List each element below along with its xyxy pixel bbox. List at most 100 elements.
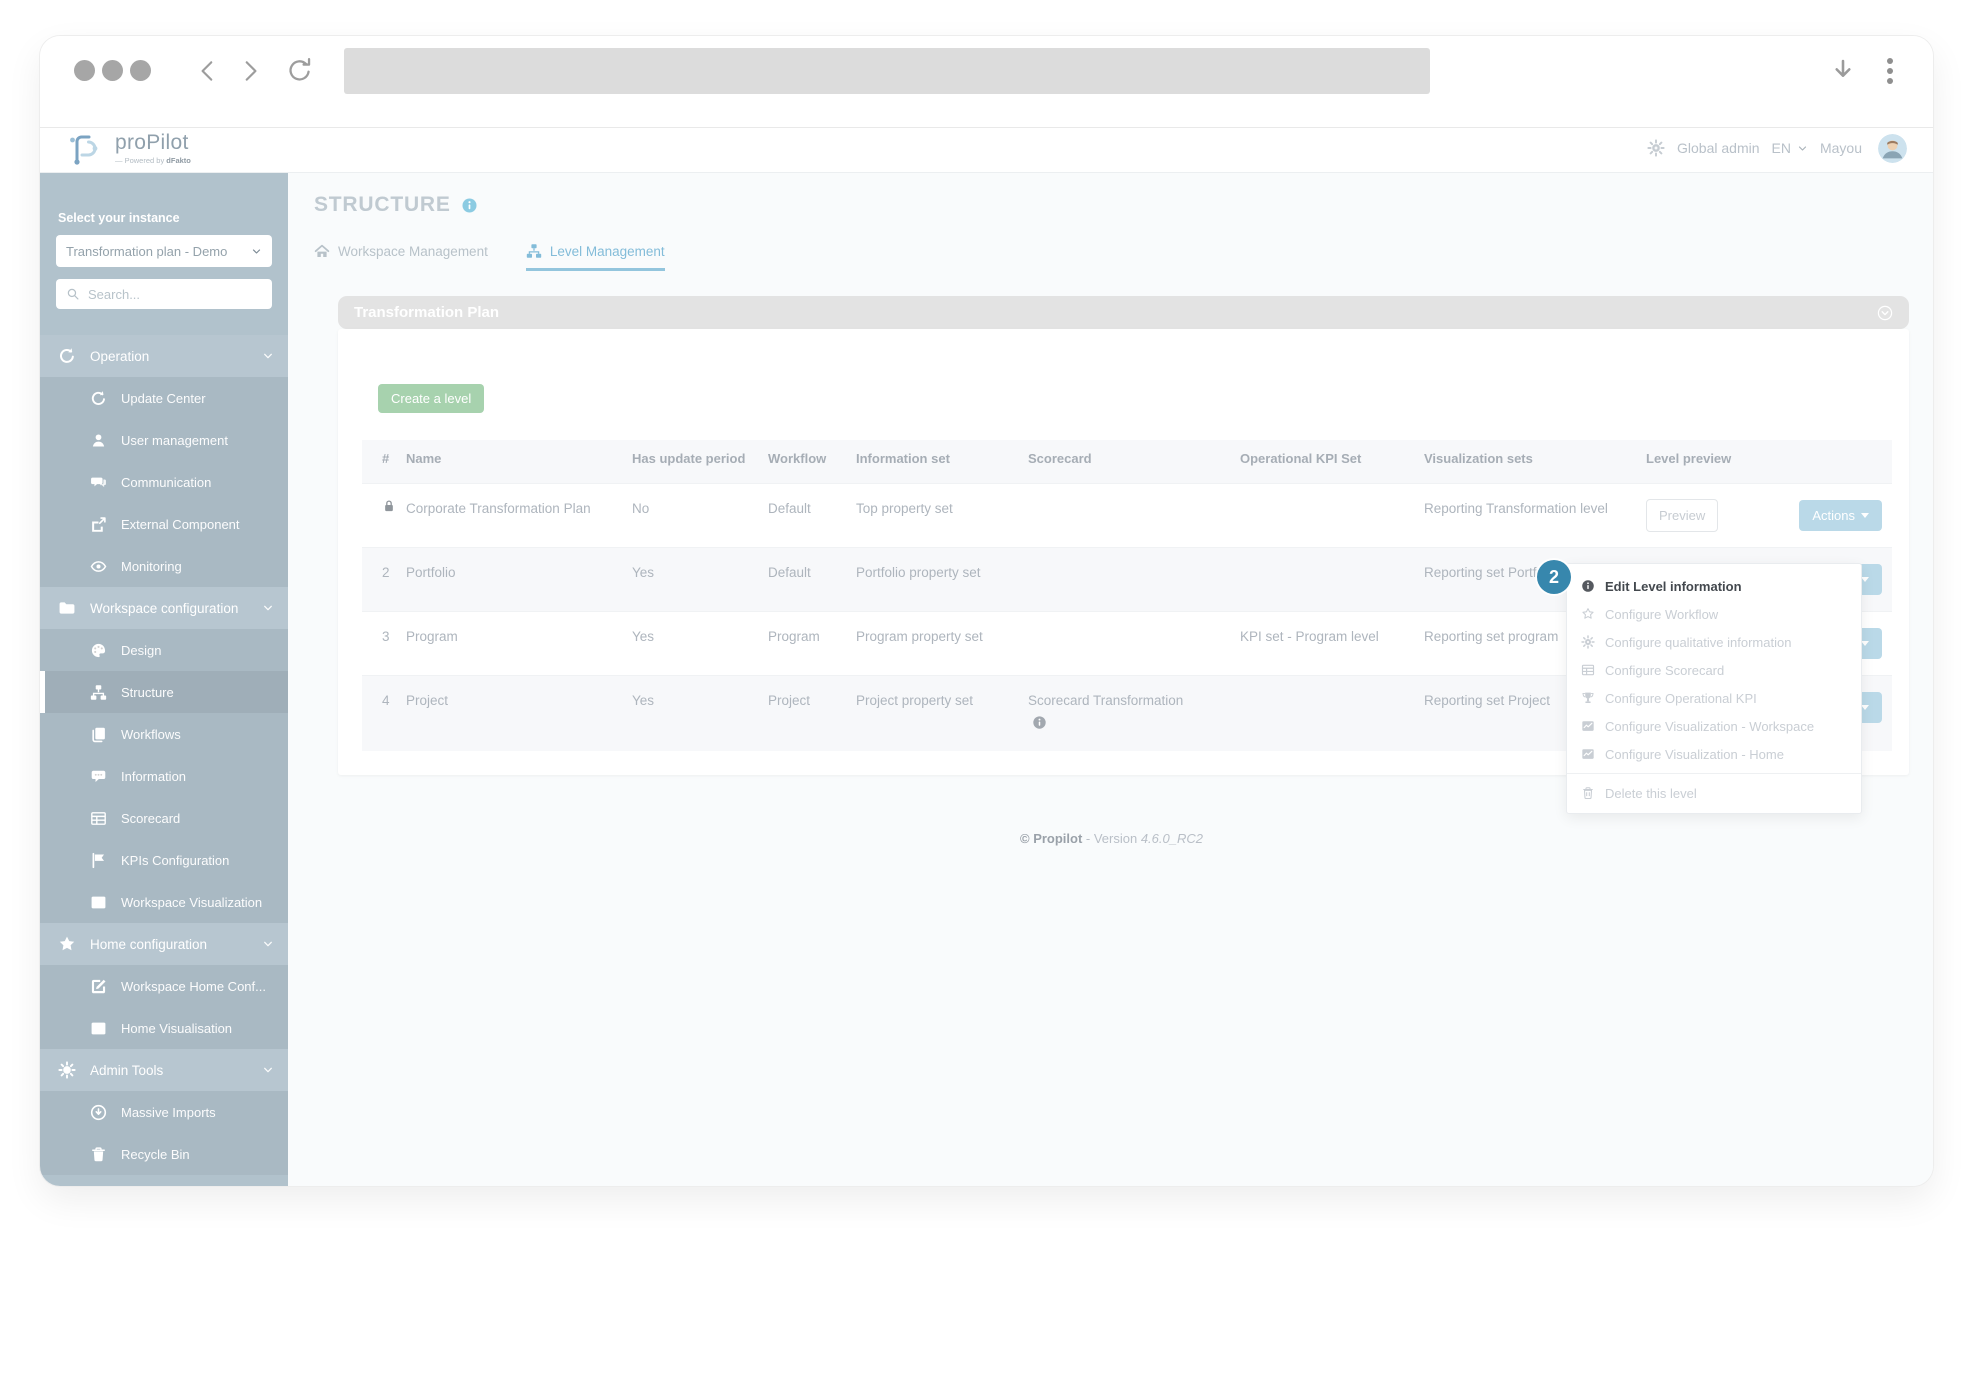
tab-bar: Workspace Management Level Management [314,243,1933,271]
sidebar-item-massive-imports[interactable]: Massive Imports [40,1091,288,1133]
menu-item-configure-visualization-workspace: Configure Visualization - Workspace [1567,712,1861,740]
sidebar-item-user-management[interactable]: User management [40,419,288,461]
browser-menu-icon[interactable] [1881,56,1899,86]
actions-button[interactable]: Actions [1799,499,1882,531]
sidebar-section-workspace-configuration[interactable]: Workspace configuration [40,587,288,629]
sidebar-item-kpis-configuration[interactable]: KPIs Configuration [40,839,288,881]
instance-label: Select your instance [58,211,180,225]
tab-level-management[interactable]: Level Management [525,243,665,271]
window-control-dot[interactable] [102,60,123,81]
tab-workspace-management[interactable]: Workspace Management [314,243,488,271]
chart-icon [90,894,107,911]
chevron-down-icon [1861,640,1869,646]
download-icon[interactable] [1829,57,1857,85]
chart-icon [1581,747,1595,761]
menu-item-edit-level-information[interactable]: Edit Level information [1567,572,1861,600]
sidebar: Select your instance Transformation plan… [40,173,288,1186]
instance-select[interactable]: Transformation plan - Demo [56,235,272,267]
sidebar-item-information[interactable]: Information [40,755,288,797]
sidebar-item-workspace-home-conf[interactable]: Workspace Home Conf... [40,965,288,1007]
gear-icon [1581,635,1595,649]
sitemap-icon [90,684,107,701]
menu-item-configure-visualization-home: Configure Visualization - Home [1567,740,1861,768]
sidebar-section-home-configuration[interactable]: Home configuration [40,923,288,965]
sidebar-item-workspace-visualization[interactable]: Workspace Visualization [40,881,288,923]
info-icon [1581,579,1595,593]
speech-icon [90,768,107,785]
app-title: proPilot [115,131,189,154]
propilot-logo-icon [66,131,106,165]
address-bar[interactable] [344,47,1430,94]
star-icon [1581,607,1595,621]
refresh-icon[interactable] [285,56,314,85]
info-icon[interactable] [461,197,478,214]
sidebar-item-recycle-bin[interactable]: Recycle Bin [40,1133,288,1175]
info-icon[interactable] [1032,715,1047,730]
create-level-button[interactable]: Create a level [378,384,485,413]
menu-separator [1567,773,1861,774]
section-label: Home configuration [90,936,208,952]
sidebar-section-admin-tools[interactable]: Admin Tools [40,1049,288,1091]
window-control-dot[interactable] [74,60,95,81]
app-header: proPilot — Powered by dFakto Global admi… [40,127,1933,173]
search-icon [66,287,80,301]
column-header: Operational KPI Set [1240,451,1362,466]
chevron-down-icon [1861,704,1869,710]
chevron-down-icon [262,602,274,614]
refresh-icon [90,390,107,407]
browser-window: proPilot — Powered by dFakto Global admi… [40,36,1933,1186]
collapse-icon[interactable] [1877,305,1893,321]
palette-icon [90,642,107,659]
chart-icon [90,1020,107,1037]
section-label: Admin Tools [90,1062,164,1078]
chevron-down-icon [1861,576,1869,582]
avatar[interactable] [1878,133,1907,163]
chevron-down-icon [262,1064,274,1076]
column-header: Level preview [1646,451,1732,466]
sitemap-icon [526,243,542,259]
forward-icon[interactable] [237,58,263,84]
export-icon [90,516,107,533]
panel-title: Transformation Plan [354,304,500,321]
chat-icon [90,474,107,491]
search-input[interactable] [88,286,238,302]
back-icon[interactable] [195,58,221,84]
main-content: STRUCTURE Workspace Management Level Man… [288,173,1933,1186]
sidebar-item-scorecard[interactable]: Scorecard [40,797,288,839]
column-header: Visualization sets [1424,451,1533,466]
sidebar-search [56,279,272,309]
language-selector[interactable]: EN [1772,140,1791,156]
sidebar-section-operation[interactable]: Operation [40,335,288,377]
sidebar-item-workflows[interactable]: Workflows [40,713,288,755]
chevron-down-icon [1861,512,1869,518]
sidebar-item-update-center[interactable]: Update Center [40,377,288,419]
section-label: Operation [90,348,150,364]
page-title: STRUCTURE [314,193,1933,217]
sidebar-item-home-visualisation[interactable]: Home Visualisation [40,1007,288,1049]
flag-icon [90,852,107,869]
user-name: Mayou [1819,140,1862,156]
column-header: Name [406,451,442,466]
trophy-icon [1581,691,1595,705]
eye-icon [90,558,107,575]
user-icon [90,432,107,449]
sync-icon [58,347,76,365]
app-logo: proPilot — Powered by dFakto [66,131,191,165]
preview-button[interactable]: Preview [1646,498,1719,532]
chevron-down-icon [262,938,274,950]
menu-item-configure-qualitative-information: Configure qualitative information [1567,628,1861,656]
sidebar-item-structure[interactable]: Structure [40,671,288,713]
sidebar-item-communication[interactable]: Communication [40,461,288,503]
window-control-dot[interactable] [130,60,151,81]
sidebar-item-external-component[interactable]: External Component [40,503,288,545]
chart-icon [1581,719,1595,733]
menu-item-configure-workflow: Configure Workflow [1567,600,1861,628]
section-label: Workspace configuration [90,600,239,616]
app-footer: © Propilot - Version 4.6.0_RC2 [1020,831,1203,847]
lock-icon [382,499,396,513]
sidebar-item-design[interactable]: Design [40,629,288,671]
sidebar-item-monitoring[interactable]: Monitoring [40,545,288,587]
column-header: Has update period [632,451,746,466]
sidebar-nav: Operation Update Center User management … [40,335,288,1175]
gear-icon[interactable] [1647,139,1665,157]
